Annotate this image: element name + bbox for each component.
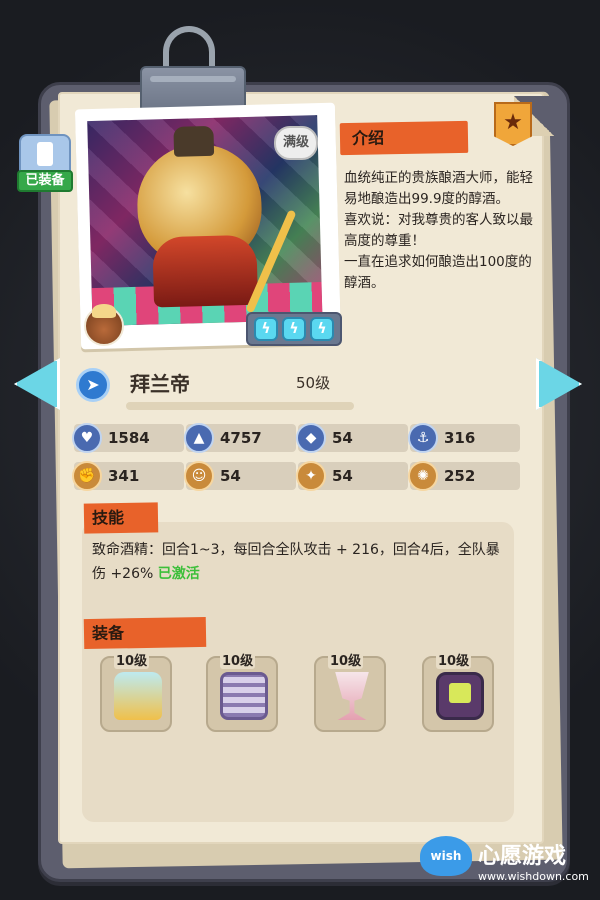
equipment-slot-maze[interactable]: 10级 bbox=[206, 650, 278, 732]
equipped-badge: 已装备 bbox=[17, 170, 73, 192]
shirt-icon bbox=[19, 134, 71, 174]
equipment-level: 10级 bbox=[114, 650, 150, 669]
intro-line: 喜欢说：对我尊贵的客人致以最高度的尊重！ bbox=[344, 212, 533, 249]
maze-icon bbox=[220, 672, 268, 720]
watermark-logo-icon: wish bbox=[420, 836, 472, 876]
character-level: 50级 bbox=[296, 374, 331, 392]
intro-line: 血统纯正的贵族酿酒大师，能轻易地酿造出99.9度的醇酒。 bbox=[344, 170, 533, 207]
equipment-slot-goblet[interactable]: 10级 bbox=[314, 650, 386, 732]
stat-value: 252 bbox=[444, 467, 476, 485]
stat-value: 341 bbox=[108, 467, 140, 485]
smile-icon: ☺ bbox=[184, 461, 214, 491]
character-hat bbox=[173, 125, 215, 157]
stat-defense: ◆ 54 bbox=[296, 423, 408, 453]
stat-value: 4757 bbox=[220, 429, 262, 447]
power-icon: ✊ bbox=[72, 461, 102, 491]
character-name: 拜兰帝 bbox=[130, 372, 190, 396]
stat-anchor: ⚓ 316 bbox=[408, 423, 520, 453]
chest-icon bbox=[114, 672, 162, 720]
equipment-level: 10级 bbox=[220, 650, 256, 669]
stat-value: 54 bbox=[332, 429, 353, 447]
equipment-level: 10级 bbox=[328, 650, 364, 669]
skill-text: 致命酒精：回合1~3，每回合全队攻击 + 216，回合4后，全队暴伤 +26% bbox=[92, 542, 500, 582]
intro-description: 血统纯正的贵族酿酒大师，能轻易地酿造出99.9度的醇酒。 喜欢说：对我尊贵的客人… bbox=[344, 168, 534, 318]
name-underline bbox=[126, 402, 354, 410]
energy-bolt-icon: ϟ bbox=[282, 317, 306, 341]
watermark-title: 心愿游戏 bbox=[478, 844, 567, 869]
class-rocket-icon: ➤ bbox=[76, 368, 110, 402]
max-level-badge: 满级 bbox=[274, 126, 318, 160]
heart-icon: ♥ bbox=[72, 423, 102, 453]
stat-value: 1584 bbox=[108, 429, 150, 447]
equipment-slot-device[interactable]: 10级 bbox=[422, 650, 494, 732]
skill-tab: 技能 bbox=[83, 502, 159, 534]
stat-hp: ♥ 1584 bbox=[72, 423, 184, 453]
anchor-icon: ⚓ bbox=[408, 423, 438, 453]
stat-intellect: ✺ 252 bbox=[408, 461, 520, 491]
stat-strength: ✦ 54 bbox=[296, 461, 408, 491]
goblet-icon bbox=[335, 672, 369, 720]
pet-avatar-icon[interactable] bbox=[84, 304, 124, 346]
skill-description: 致命酒精：回合1~3，每回合全队攻击 + 216，回合4后，全队暴伤 +26% … bbox=[92, 538, 512, 586]
stat-attack: ▲ 4757 bbox=[184, 423, 296, 453]
rocket-icon: ▲ bbox=[184, 423, 214, 453]
stat-charm: ☺ 54 bbox=[184, 461, 296, 491]
muscle-icon: ✦ bbox=[296, 461, 326, 491]
stat-power: ✊ 341 bbox=[72, 461, 184, 491]
equipment-tab: 装备 bbox=[83, 616, 207, 650]
stat-value: 54 bbox=[220, 467, 241, 485]
equipment-level: 10级 bbox=[436, 650, 472, 669]
character-coat bbox=[152, 234, 259, 308]
energy-bolt-icon: ϟ bbox=[254, 317, 278, 341]
outfit-button[interactable]: 已装备 bbox=[17, 134, 73, 194]
equipment-slot-chest[interactable]: 10级 bbox=[100, 650, 172, 732]
intro-line: 一直在追求如何酿造出100度的醇酒。 bbox=[344, 254, 532, 291]
skill-status: 已激活 bbox=[157, 566, 200, 582]
stat-value: 54 bbox=[332, 467, 353, 485]
energy-bolt-icon: ϟ bbox=[310, 317, 334, 341]
intro-tab: 介绍 bbox=[339, 120, 469, 156]
watermark-url: www.wishdown.com bbox=[478, 870, 589, 883]
shield-icon: ◆ bbox=[296, 423, 326, 453]
device-icon bbox=[436, 672, 484, 720]
brain-icon: ✺ bbox=[408, 461, 438, 491]
energy-tray: ϟ ϟ ϟ bbox=[246, 312, 342, 346]
stat-value: 316 bbox=[444, 429, 476, 447]
